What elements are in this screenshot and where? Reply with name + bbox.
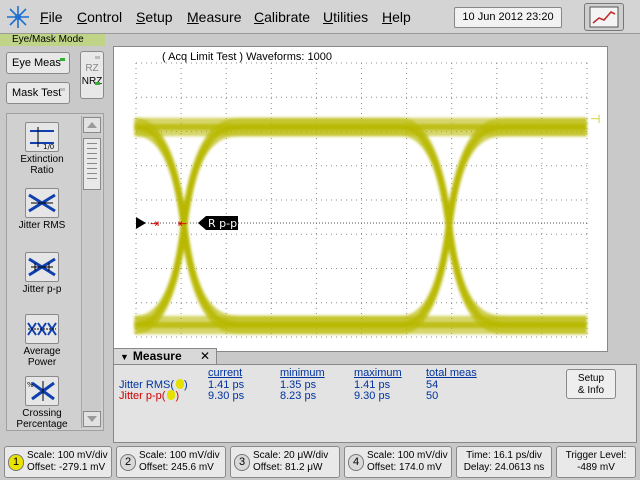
channel-2-scale: Scale: 100 mV/div [139,450,220,461]
average-power-tool[interactable]: Average Power [7,314,77,368]
menu-control[interactable]: Control [77,9,122,25]
close-icon[interactable]: ✕ [200,349,210,364]
menu-help[interactable]: Help [382,9,411,25]
waveform-graticule[interactable]: ⇥ ⇤ R p-p ( Acq Limit Test ) Waveforms: … [113,46,608,352]
menu-calibrate[interactable]: Calibrate [254,9,310,25]
col-current: current [208,367,243,379]
jitter-rms-icon [25,188,59,218]
jitter-pp-tool[interactable]: Jitter p-p [7,252,77,295]
chevron-up-icon [87,122,97,128]
chevron-down-icon[interactable]: ▼ [120,350,129,365]
channel-3-badge: 3 [234,454,250,471]
menu-utilities[interactable]: Utilities [323,9,368,25]
extinction-ratio-icon: 1/0 [25,122,59,152]
menu-measure[interactable]: Measure [187,9,241,25]
channel-3-settings[interactable]: 3 Scale: 20 μW/div Offset: 81.2 μW [230,446,340,478]
eye-diagram-plot: ⇥ ⇤ R p-p [133,62,588,338]
toolbox-scrollbar[interactable] [81,116,101,428]
menu-bar: File Control Setup Measure Calibrate Uti… [0,0,640,34]
channel-1-scale: Scale: 100 mV/div [27,450,108,461]
menu-file[interactable]: File [40,9,63,25]
channel-2-offset: Offset: 245.6 mV [139,462,214,473]
extinction-ratio-tool[interactable]: 1/0 Extinction Ratio [7,122,77,176]
channel-3-scale: Scale: 20 μW/div [253,450,329,461]
trigger-label: Trigger Level: [565,450,627,461]
jitter-pp-minimum: 8.23 ps [280,390,317,402]
timebase-delay: Delay: 24.0613 ns [463,462,545,473]
col-total-meas: total meas [426,367,477,379]
date-time-display: 10 Jun 2012 23:20 [454,7,562,28]
channel-4-offset: Offset: 174.0 mV [367,462,442,473]
channel-4-settings[interactable]: 4 Scale: 100 mV/div Offset: 174.0 mV [344,446,452,478]
col-minimum: minimum [280,367,325,379]
jitter-pp-maximum: 9.30 ps [354,390,391,402]
channel-2-badge: 2 [120,454,136,471]
acquisition-status: ( Acq Limit Test ) Waveforms: 1000 [162,51,332,63]
agilent-logo-icon [7,6,29,28]
measure-tab[interactable]: ▼ Measure ✕ [113,348,217,365]
channel-4-scale: Scale: 100 mV/div [367,450,448,461]
scroll-thumb[interactable] [83,138,101,190]
crossing-percentage-icon: % [25,376,59,406]
channel-1-settings[interactable]: 1 Scale: 100 mV/div Offset: -279.1 mV [4,446,112,478]
chevron-down-icon [87,416,97,422]
channel-3-offset: Offset: 81.2 μW [253,462,323,473]
eye-meas-button[interactable]: Eye Meas [6,52,70,74]
crossing-percentage-tool[interactable]: % Crossing Percentage [7,376,77,430]
row-label-jitter-pp: Jitter p-p() [119,390,180,402]
col-maximum: maximum [354,367,402,379]
average-power-icon [25,314,59,344]
jitter-pp-total: 50 [426,390,439,402]
rz-nrz-toggle[interactable]: RZ NRZ [80,51,104,99]
channel-4-badge: 4 [348,454,364,471]
mode-label: Eye/Mask Mode [0,34,105,46]
status-bar: 1 Scale: 100 mV/div Offset: -279.1 mV 2 … [0,444,640,480]
timebase-settings[interactable]: Time: 16.1 ps/div Delay: 24.0613 ns [456,446,552,478]
jitter-pp-icon [25,252,59,282]
chart-icon [589,6,619,28]
left-marker-icon [136,217,146,229]
scroll-down-button[interactable] [83,411,101,427]
measurement-toolbox: 1/0 Extinction Ratio Jitter RMS Jitter p-… [6,113,104,431]
svg-text:%: % [27,381,34,389]
svg-text:1/0: 1/0 [43,143,54,151]
left-jitter-marker: ⇥ [150,217,159,230]
mask-test-button[interactable]: Mask Test [6,82,70,104]
trigger-level-marker-icon: ⊣ [590,112,601,126]
menu-setup[interactable]: Setup [136,9,173,25]
crossing-markers: ⇥ ⇤ R p-p [136,216,238,230]
toolbar-toggle-button[interactable] [584,3,624,31]
measure-results-panel: current minimum maximum total meas Jitte… [113,364,637,443]
right-jitter-marker: ⇤ [178,217,187,230]
jitter-rms-tool[interactable]: Jitter RMS [7,188,77,231]
scroll-up-button[interactable] [83,117,101,133]
channel-2-settings[interactable]: 2 Scale: 100 mV/div Offset: 245.6 mV [116,446,226,478]
channel-1-offset: Offset: -279.1 mV [27,462,106,473]
jitter-pp-current: 9.30 ps [208,390,245,402]
setup-info-button[interactable]: Setup & Info [566,369,616,399]
channel-1-badge: 1 [8,454,24,471]
trigger-level-value: -489 mV [577,462,615,473]
trigger-settings[interactable]: Trigger Level: -489 mV [556,446,636,478]
marker-label: R p-p [208,217,237,230]
timebase-scale: Time: 16.1 ps/div [466,450,542,461]
